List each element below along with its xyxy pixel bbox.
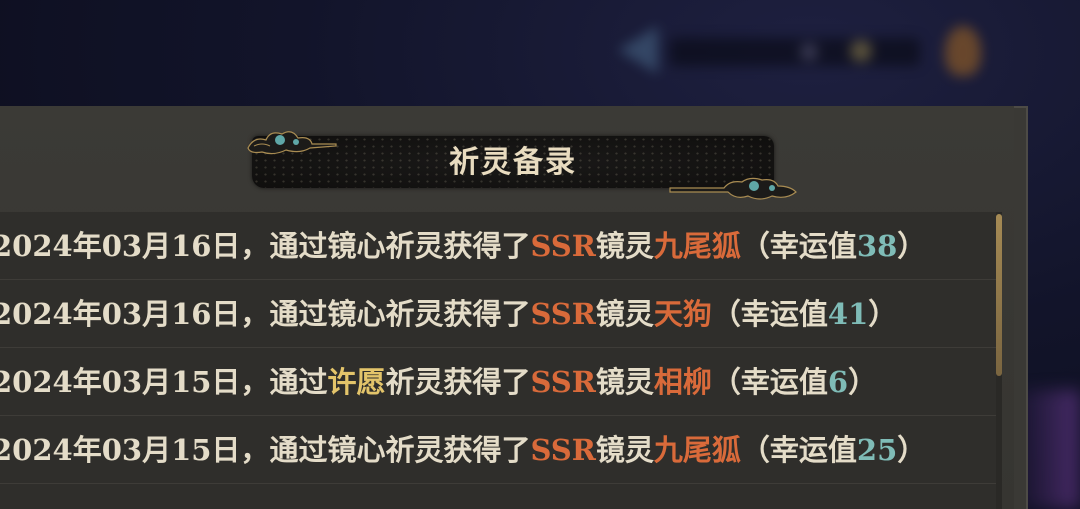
record-rarity: SSR [530, 229, 596, 263]
record-type: 镜灵 [595, 297, 654, 331]
record-rarity: SSR [530, 365, 596, 399]
record-prefix: 通过 [269, 297, 328, 331]
record-shikigami-name: 相柳 [653, 365, 712, 399]
list-item: 2024年03月15日，通过许愿祈灵获得了SSR镜灵相柳（幸运值6） [0, 348, 996, 416]
record-method: 镜心 [327, 229, 386, 263]
record-middle: 祈灵获得了 [385, 365, 531, 399]
record-date: 2024年03月15日， [0, 365, 270, 399]
record-luck-close: ） [897, 433, 927, 467]
record-method: 许愿 [327, 365, 386, 399]
record-rarity: SSR [530, 297, 596, 331]
list-item: 2024年03月16日，通过镜心祈灵获得了SSR镜灵天狗（幸运值41） [0, 280, 996, 348]
record-method: 镜心 [327, 433, 386, 467]
record-method: 镜心 [327, 297, 386, 331]
record-prefix: 通过 [269, 229, 328, 263]
record-rarity: SSR [530, 433, 596, 467]
record-middle: 祈灵获得了 [385, 297, 531, 331]
record-shikigami-name: 九尾狐 [653, 433, 741, 467]
record-date: 2024年03月15日， [0, 433, 270, 467]
record-luck-value: 6 [827, 365, 849, 399]
record-text: 2024年03月16日，通过镜心祈灵获得了SSR镜灵天狗（幸运值41） [0, 280, 897, 348]
record-text: 2024年03月16日，通过镜心祈灵获得了SSR镜灵九尾狐（幸运值38） [0, 212, 926, 280]
record-date: 2024年03月16日， [0, 229, 270, 263]
hud-coin-icon [850, 40, 872, 62]
scrollbar-thumb[interactable] [996, 214, 1002, 376]
record-shikigami-name: 九尾狐 [653, 229, 741, 263]
record-luck-value: 38 [856, 229, 898, 263]
record-luck-close: ） [897, 229, 927, 263]
record-prefix: 通过 [269, 433, 328, 467]
record-luck-open: （幸运值 [711, 365, 828, 399]
record-text: 2024年03月15日，通过镜心祈灵获得了SSR镜灵九尾狐（幸运值25） [0, 416, 926, 484]
record-middle: 祈灵获得了 [385, 229, 531, 263]
record-type: 镜灵 [595, 365, 654, 399]
back-arrow-icon [618, 26, 658, 74]
record-luck-open: （幸运值 [740, 433, 857, 467]
record-luck-value: 41 [827, 297, 869, 331]
record-luck-value: 25 [856, 433, 898, 467]
record-shikigami-name: 天狗 [653, 297, 712, 331]
hud-bar [670, 38, 920, 66]
record-text: 2024年03月15日，通过许愿祈灵获得了SSR镜灵相柳（幸运值6） [0, 348, 877, 416]
list-item: 2024年03月15日，通过镜心祈灵获得了SSR镜灵九尾狐（幸运值25） [0, 416, 996, 484]
record-luck-open: （幸运值 [740, 229, 857, 263]
panel-title: 祈灵备录 [449, 145, 577, 180]
record-middle: 祈灵获得了 [385, 433, 531, 467]
record-type: 镜灵 [595, 229, 654, 263]
record-type: 镜灵 [595, 433, 654, 467]
record-date: 2024年03月16日， [0, 297, 270, 331]
hud-orb-icon [800, 43, 818, 61]
record-luck-close: ） [868, 297, 898, 331]
record-luck-close: ） [848, 365, 878, 399]
list-item: 2024年03月16日，通过镜心祈灵获得了SSR镜灵九尾狐（幸运值38） [0, 212, 996, 280]
hud-flame-icon [945, 26, 981, 76]
record-prefix: 通过 [269, 365, 328, 399]
record-luck-open: （幸运值 [711, 297, 828, 331]
blurred-top-hud [600, 18, 1080, 88]
record-list[interactable]: 2024年03月16日，通过镜心祈灵获得了SSR镜灵九尾狐（幸运值38） 202… [0, 212, 996, 509]
